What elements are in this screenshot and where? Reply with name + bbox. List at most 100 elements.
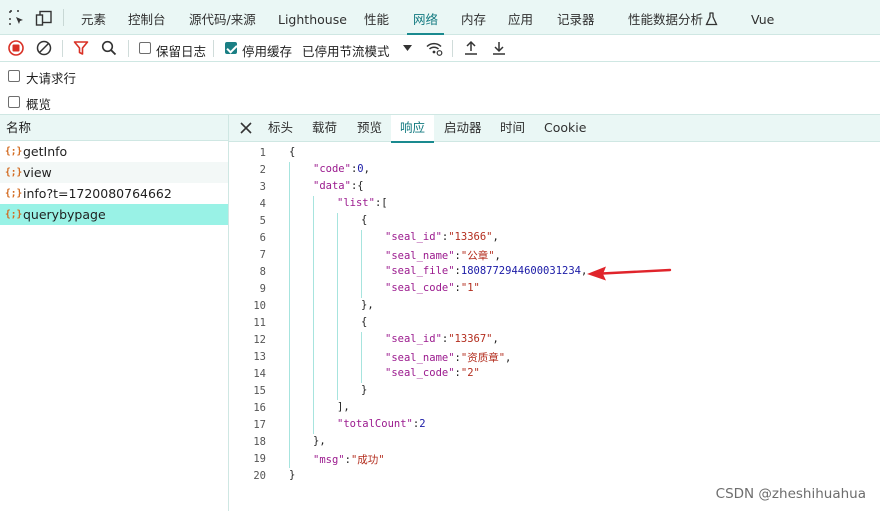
request-name: getInfo (23, 144, 68, 159)
json-token: 1808772944600031234 (460, 265, 581, 277)
device-toggle-icon[interactable] (35, 9, 53, 27)
json-token: { (361, 214, 368, 226)
json-token: "13367" (448, 333, 493, 345)
code-line: 14 "seal_code":"2" (229, 366, 880, 383)
tab-initiator[interactable]: 启动器 (444, 115, 482, 142)
network-toolbar: 保留日志 停用缓存 已停用节流模式 (0, 35, 880, 62)
inspect-element-icon[interactable] (8, 9, 26, 27)
code-line: 20} (229, 468, 880, 485)
code-line: 18}, (229, 434, 880, 451)
tab-console[interactable]: 控制台 (128, 0, 166, 35)
filter-icon[interactable] (72, 39, 90, 57)
line-number: 8 (259, 266, 266, 278)
toolbar-separator (213, 40, 214, 57)
disable-cache-checkbox[interactable] (225, 42, 237, 54)
json-token: }, (361, 299, 374, 311)
code-text: "totalCount":2 (337, 418, 426, 430)
line-number: 2 (259, 164, 266, 176)
json-token: "1" (460, 282, 480, 294)
json-token: } (289, 469, 296, 481)
line-number: 1 (259, 147, 266, 159)
flask-icon (705, 12, 718, 26)
close-icon[interactable] (239, 121, 253, 135)
json-token: "seal_name" (385, 352, 455, 364)
preserve-log-checkbox[interactable] (139, 42, 151, 54)
request-row-view[interactable]: {;} view (0, 162, 228, 183)
json-token: "seal_code" (385, 367, 455, 379)
name-column-header[interactable]: 名称 (0, 114, 228, 141)
tab-headers[interactable]: 标头 (268, 115, 293, 142)
clear-icon[interactable] (35, 39, 53, 57)
code-line: 12 "seal_id":"13367", (229, 332, 880, 349)
code-text: "seal_code":"1" (385, 282, 480, 294)
network-conditions-icon[interactable] (425, 39, 443, 57)
code-line: 11 { (229, 315, 880, 332)
overview-option: 概览 (0, 88, 880, 114)
chevron-down-icon[interactable] (403, 45, 412, 52)
request-list: 名称 {;} getInfo {;} view {;} info?t=17200… (0, 114, 229, 511)
json-token: :[ (374, 197, 388, 209)
json-token: "data" (313, 180, 351, 192)
json-token: ], (337, 401, 350, 413)
line-number: 9 (259, 283, 266, 295)
code-line: 3 "data":{ (229, 179, 880, 196)
json-token: , (492, 333, 499, 345)
json-token: , (363, 163, 370, 175)
json-token: "seal_id" (385, 231, 442, 243)
code-text: { (289, 146, 295, 158)
tab-performance-insights[interactable]: 性能数据分析 (628, 0, 703, 35)
tab-performance[interactable]: 性能 (364, 0, 389, 35)
json-file-icon: {;} (5, 188, 23, 199)
json-token: "seal_file" (385, 265, 455, 277)
json-token: "13366" (448, 231, 493, 243)
tab-recorder[interactable]: 记录器 (557, 0, 595, 35)
tab-elements[interactable]: 元素 (81, 0, 106, 35)
line-number: 15 (253, 385, 266, 397)
tab-vue[interactable]: Vue (751, 0, 774, 35)
request-detail-pane: 标头 载荷 预览 响应 启动器 时间 Cookie 1{2 "code":0, 3 "… (229, 114, 880, 511)
json-token: "msg" (313, 454, 345, 466)
tab-preview[interactable]: 预览 (357, 115, 382, 142)
request-row-info[interactable]: {;} info?t=1720080764662 (0, 183, 228, 204)
code-line: 7 "seal_name":"公章", (229, 247, 880, 264)
json-file-icon: {;} (5, 146, 23, 157)
search-icon[interactable] (100, 39, 118, 57)
code-line: 15} (229, 383, 880, 400)
json-token: "seal_code" (385, 282, 455, 294)
line-number: 13 (253, 351, 266, 363)
line-number: 4 (259, 198, 266, 210)
tab-memory[interactable]: 内存 (461, 0, 486, 35)
record-stop-icon[interactable] (7, 39, 25, 57)
tab-network[interactable]: 网络 (406, 0, 445, 35)
tab-sources[interactable]: 源代码/来源 (189, 0, 256, 35)
json-token: , (492, 231, 499, 243)
code-line: 17 "totalCount":2 (229, 417, 880, 434)
request-row-querybypage[interactable]: {;} querybypage (0, 204, 228, 225)
line-number: 19 (253, 453, 266, 465)
request-row-getinfo[interactable]: {;} getInfo (0, 141, 228, 162)
throttle-select[interactable]: 已停用节流模式 (302, 41, 390, 60)
json-token: } (361, 384, 368, 396)
big-request-rows-checkbox[interactable] (8, 70, 20, 82)
overview-checkbox[interactable] (8, 96, 20, 108)
annotation-arrow-icon (587, 266, 672, 281)
export-har-icon[interactable] (490, 39, 508, 57)
import-har-icon[interactable] (462, 39, 480, 57)
line-number: 10 (253, 300, 266, 312)
request-name: view (23, 165, 52, 180)
preserve-log-label: 保留日志 (156, 44, 207, 59)
tab-response[interactable]: 响应 (391, 115, 435, 143)
tab-cookies[interactable]: Cookie (544, 115, 586, 142)
disable-cache-label: 停用缓存 (242, 44, 293, 59)
overview-label: 概览 (26, 97, 52, 112)
tab-application[interactable]: 应用 (508, 0, 533, 35)
code-line: 6 "seal_id":"13366", (229, 230, 880, 247)
line-number: 20 (253, 470, 266, 482)
code-text: }, (313, 435, 326, 447)
tab-payload[interactable]: 载荷 (312, 115, 337, 142)
response-body-viewer[interactable]: 1{2 "code":0, 3 "data":{4 "list":[5{6 "seal_i… (229, 145, 880, 511)
code-text: "seal_id":"13366", (385, 231, 499, 243)
tab-timing[interactable]: 时间 (500, 115, 525, 142)
tab-lighthouse[interactable]: Lighthouse (278, 0, 347, 35)
line-number: 6 (259, 232, 266, 244)
